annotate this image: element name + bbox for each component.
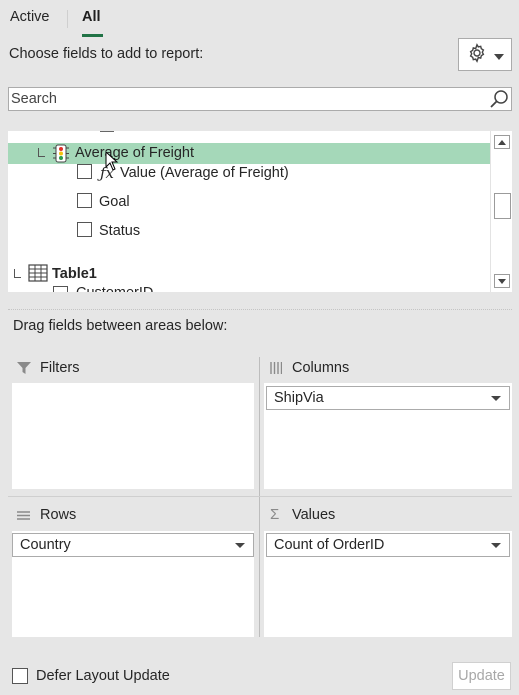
field-status[interactable]: Status xyxy=(99,223,140,239)
search-icon[interactable] xyxy=(487,88,511,110)
tab-active-indicator xyxy=(82,34,103,37)
field-list: Average of Freight ƒx Value (Average of … xyxy=(8,131,512,292)
filters-area-title: Filters xyxy=(40,360,80,376)
rows-icon xyxy=(17,509,30,525)
columns-icon xyxy=(270,361,283,377)
collapse-icon[interactable] xyxy=(38,148,45,157)
checkbox-value[interactable] xyxy=(77,164,92,179)
values-area-title: Values xyxy=(292,507,336,523)
table-icon xyxy=(28,264,48,285)
field-partial-customerid[interactable]: CustomerID xyxy=(76,286,153,292)
table-name[interactable]: Table1 xyxy=(52,266,97,282)
partial-row-fragment xyxy=(100,131,114,132)
filter-icon xyxy=(17,361,31,377)
chevron-down-icon xyxy=(493,47,504,63)
tab-separator xyxy=(67,10,68,28)
chevron-down-icon xyxy=(491,543,501,548)
chevron-down-icon xyxy=(235,543,245,548)
defer-layout-checkbox[interactable] xyxy=(12,668,28,684)
columns-field-shipvia[interactable]: ShipVia xyxy=(266,386,510,410)
rows-area-title: Rows xyxy=(40,507,77,523)
scroll-thumb[interactable] xyxy=(494,193,511,219)
scroll-down-button[interactable] xyxy=(494,274,510,288)
filters-drop-area[interactable] xyxy=(12,383,254,489)
drag-fields-label: Drag fields between areas below: xyxy=(13,318,228,334)
gear-icon xyxy=(467,43,487,66)
scroll-up-button[interactable] xyxy=(494,135,510,149)
columns-area-title: Columns xyxy=(292,360,350,376)
search-input[interactable] xyxy=(9,88,479,110)
area-horizontal-separator xyxy=(8,496,512,497)
collapse-table-icon[interactable] xyxy=(14,269,21,278)
checkbox-partial-field[interactable] xyxy=(53,286,68,292)
choose-fields-label: Choose fields to add to report: xyxy=(9,46,204,62)
rows-field-label: Country xyxy=(20,537,71,553)
area-vertical-separator xyxy=(259,357,260,637)
sigma-icon: Σ xyxy=(270,506,280,523)
chevron-down-icon xyxy=(491,396,501,401)
values-field-label: Count of OrderID xyxy=(274,537,385,553)
checkbox-status[interactable] xyxy=(77,222,92,237)
field-average-of-freight[interactable]: Average of Freight xyxy=(75,145,194,161)
field-goal[interactable]: Goal xyxy=(99,194,130,210)
tab-active[interactable]: Active xyxy=(10,9,50,25)
columns-field-label: ShipVia xyxy=(274,390,324,406)
update-button[interactable]: Update xyxy=(452,662,511,690)
resize-divider[interactable] xyxy=(8,309,512,310)
checkbox-goal[interactable] xyxy=(77,193,92,208)
field-list-scrollbar[interactable] xyxy=(490,131,512,292)
rows-field-country[interactable]: Country xyxy=(12,533,254,557)
values-field-count-of-orderid[interactable]: Count of OrderID xyxy=(266,533,510,557)
kpi-traffic-light-icon xyxy=(52,144,70,166)
field-list-settings-button[interactable] xyxy=(458,38,512,71)
field-value-average-of-freight[interactable]: Value (Average of Freight) xyxy=(120,165,289,181)
mouse-cursor-icon xyxy=(105,150,119,174)
search-box xyxy=(8,87,512,111)
defer-layout-label[interactable]: Defer Layout Update xyxy=(36,668,170,684)
tab-all[interactable]: All xyxy=(82,9,101,25)
